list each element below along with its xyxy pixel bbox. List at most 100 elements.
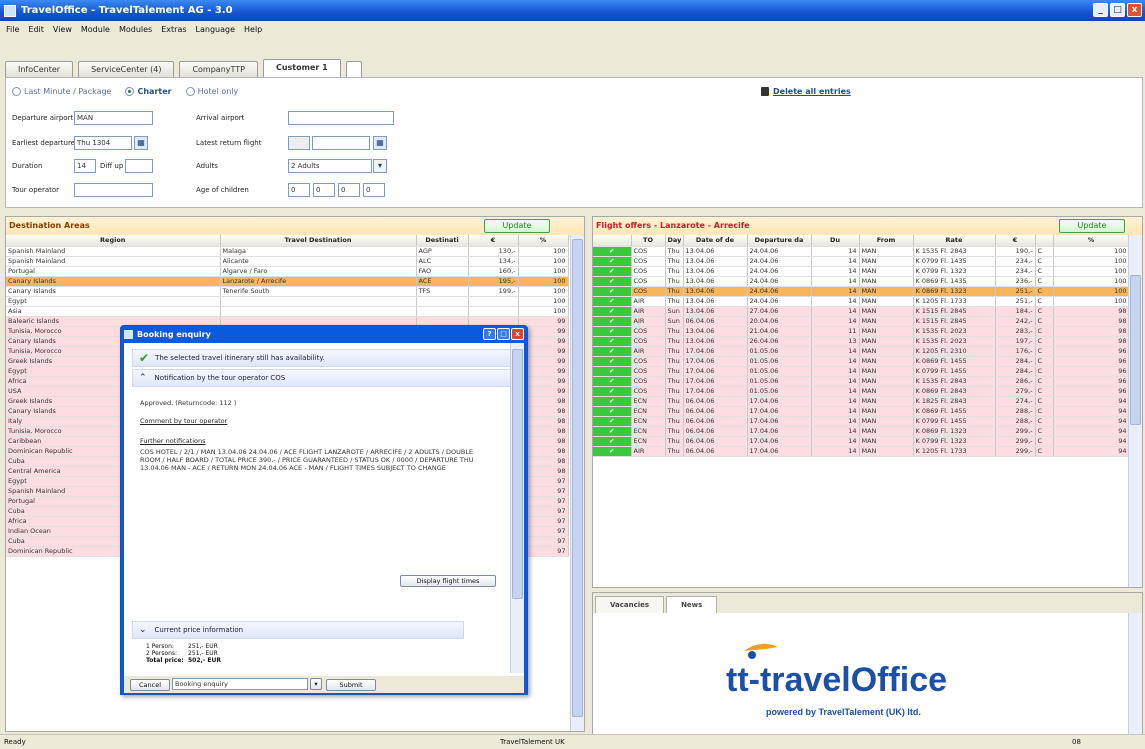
- dialog-maximize-button[interactable]: □: [497, 328, 510, 340]
- table-row[interactable]: ✔ COS Thu 13.04.06 24.04.06 14 MAN K 0869 Fl. 1…: [593, 286, 1130, 297]
- menu-language[interactable]: Language: [196, 25, 235, 34]
- column-header-status[interactable]: [593, 235, 632, 247]
- column-header-class[interactable]: [1035, 235, 1054, 247]
- table-row[interactable]: Asia 100: [6, 306, 569, 317]
- menu-modules[interactable]: Modules: [119, 25, 152, 34]
- column-header-region[interactable]: Region: [6, 235, 221, 247]
- column-header-duration[interactable]: Du: [811, 235, 860, 247]
- table-row[interactable]: ✔ AIR Sun 06.04.06 20.04.06 14 MAN K 1515 Fl. 2…: [593, 316, 1130, 327]
- column-header-tour-operator[interactable]: TO: [631, 235, 666, 247]
- scrollbar-thumb[interactable]: [1130, 275, 1141, 425]
- column-header-destination-code[interactable]: Destinati: [416, 235, 469, 247]
- table-row[interactable]: Spanish Mainland Malaga AGP 130,- 100: [6, 246, 569, 257]
- table-row[interactable]: ✔ COS Thu 13.04.06 24.04.06 14 MAN K 1535 Fl. 2…: [593, 246, 1130, 257]
- operator-notification-row[interactable]: ⌃ Notification by the tour operator COS: [132, 369, 516, 387]
- table-row[interactable]: ✔ ECN Thu 06.04.06 17.04.06 14 MAN K 0869 Fl. 1…: [593, 426, 1130, 437]
- column-header-departure[interactable]: Departure da: [747, 235, 812, 247]
- arrival-airport-field[interactable]: [288, 111, 394, 125]
- table-row[interactable]: ✔ ECN Thu 06.04.06 17.04.06 14 MAN K 0869 Fl. 1…: [593, 406, 1130, 417]
- tab-company[interactable]: CompanyTTP: [179, 61, 258, 77]
- destinations-update-button[interactable]: Update: [484, 219, 550, 233]
- table-row[interactable]: ✔ COS Thu 17.04.06 01.05.06 14 MAN K 0869 Fl. 2…: [593, 386, 1130, 397]
- chevron-down-icon[interactable]: ▾: [373, 159, 387, 173]
- menu-help[interactable]: Help: [244, 25, 262, 34]
- dialog-close-button[interactable]: x: [511, 328, 524, 340]
- scrollbar-thumb[interactable]: [512, 349, 523, 599]
- column-header-from[interactable]: From: [859, 235, 914, 247]
- tab-news[interactable]: News: [666, 596, 718, 613]
- column-header-percent[interactable]: %: [518, 235, 569, 247]
- table-row[interactable]: ✔ ECN Thu 06.04.06 17.04.06 14 MAN K 0799 Fl. 1…: [593, 436, 1130, 447]
- radio-hotel-only[interactable]: Hotel only: [185, 87, 238, 96]
- duration-field[interactable]: 14: [74, 159, 96, 173]
- calendar-icon[interactable]: ▦: [134, 136, 148, 150]
- radio-charter[interactable]: Charter: [125, 87, 172, 96]
- chevron-down-icon[interactable]: ▾: [310, 678, 322, 690]
- table-row[interactable]: Spanish Mainland Alicante ALC 134,- 100: [6, 256, 569, 267]
- calendar-icon[interactable]: ▦: [373, 136, 387, 150]
- submit-button[interactable]: Submit: [326, 679, 376, 691]
- menu-edit[interactable]: Edit: [28, 25, 44, 34]
- duration-until-field[interactable]: [125, 159, 153, 173]
- earliest-departure-field[interactable]: Thu 1304: [74, 136, 132, 150]
- flight-scrollbar[interactable]: [1128, 235, 1142, 587]
- dialog-scrollbar[interactable]: [510, 343, 524, 673]
- delete-all-entries-link[interactable]: Delete all entries: [761, 87, 851, 96]
- flights-update-button[interactable]: Update: [1059, 219, 1125, 233]
- table-row[interactable]: ✔ ECN Thu 06.04.06 17.04.06 14 MAN K 0799 Fl. 1…: [593, 416, 1130, 427]
- tab-vacancies[interactable]: Vacancies: [595, 596, 665, 613]
- column-header-travel-destination[interactable]: Travel Destination: [220, 235, 417, 247]
- close-button[interactable]: x: [1127, 3, 1142, 17]
- menu-file[interactable]: File: [6, 25, 19, 34]
- table-row[interactable]: ✔ ECN Thu 06.04.06 17.04.06 14 MAN K 1825 Fl. 2…: [593, 396, 1130, 407]
- cancel-button[interactable]: Cancel: [130, 679, 170, 691]
- column-header-price[interactable]: €: [468, 235, 519, 247]
- maximize-button[interactable]: □: [1110, 3, 1125, 17]
- latest-return-field[interactable]: [312, 136, 370, 150]
- table-row[interactable]: ✔ COS Thu 13.04.06 21.04.06 11 MAN K 1535 Fl. 2…: [593, 326, 1130, 337]
- scrollbar-thumb[interactable]: [572, 239, 583, 717]
- column-header-percent[interactable]: %: [1053, 235, 1130, 247]
- dialog-help-button[interactable]: ?: [483, 328, 496, 340]
- table-row[interactable]: ✔ COS Thu 13.04.06 24.04.06 14 MAN K 0799 Fl. 1…: [593, 256, 1130, 267]
- display-flight-times-button[interactable]: Display flight times: [400, 575, 496, 587]
- menu-module[interactable]: Module: [81, 25, 110, 34]
- table-row[interactable]: Portugal Algarve / Faro FAO 160,- 100: [6, 266, 569, 277]
- table-row[interactable]: ✔ COS Thu 17.04.06 01.05.06 14 MAN K 0799 Fl. 1…: [593, 366, 1130, 377]
- table-row[interactable]: ✔ COS Thu 13.04.06 26.04.06 13 MAN K 1535 Fl. 2…: [593, 336, 1130, 347]
- latest-return-day-field[interactable]: [288, 136, 310, 150]
- minimize-button[interactable]: _: [1093, 3, 1108, 17]
- column-header-rate[interactable]: Rate: [913, 235, 996, 247]
- child-age-2[interactable]: 0: [313, 183, 335, 197]
- table-row[interactable]: ✔ COS Thu 13.04.06 24.04.06 14 MAN K 0799 Fl. 1…: [593, 266, 1130, 277]
- tab-customer[interactable]: Customer 1: [262, 59, 341, 77]
- table-row[interactable]: ✔ AIR Thu 06.04.06 17.04.06 14 MAN K 1205 Fl. 1…: [593, 446, 1130, 457]
- menu-view[interactable]: View: [53, 25, 72, 34]
- table-row[interactable]: Canary Islands Lanzarote / Arrecife ACE 195…: [6, 276, 569, 287]
- table-row[interactable]: ✔ COS Thu 17.04.06 01.05.06 14 MAN K 0869 Fl. 1…: [593, 356, 1130, 367]
- menu-extras[interactable]: Extras: [161, 25, 186, 34]
- tour-operator-field[interactable]: [74, 183, 153, 197]
- destination-scrollbar[interactable]: [570, 235, 584, 731]
- price-info-row[interactable]: ⌄ Current price information: [132, 621, 464, 639]
- info-scrollbar[interactable]: [1128, 613, 1142, 739]
- column-header-date[interactable]: Date of de: [683, 235, 748, 247]
- child-age-1[interactable]: 0: [288, 183, 310, 197]
- column-header-day[interactable]: Day: [665, 235, 684, 247]
- column-header-price[interactable]: €: [995, 235, 1036, 247]
- tab-infocenter[interactable]: InfoCenter: [5, 61, 74, 77]
- radio-last-minute[interactable]: Last Minute / Package: [12, 87, 111, 96]
- departure-airport-field[interactable]: MAN: [74, 111, 153, 125]
- table-row[interactable]: Egypt 100: [6, 296, 569, 307]
- table-row[interactable]: ✔ COS Thu 13.04.06 24.04.06 14 MAN K 0869 Fl. 1…: [593, 276, 1130, 287]
- new-tab-button[interactable]: [345, 61, 362, 77]
- enquiry-type-select[interactable]: Booking enquiry: [172, 678, 308, 690]
- child-age-4[interactable]: 0: [363, 183, 385, 197]
- tab-servicecenter[interactable]: ServiceCenter (4): [78, 61, 175, 77]
- child-age-3[interactable]: 0: [338, 183, 360, 197]
- table-row[interactable]: ✔ AIR Thu 17.04.06 01.05.06 14 MAN K 1205 Fl. 2…: [593, 346, 1130, 357]
- table-row[interactable]: ✔ COS Thu 17.04.06 01.05.06 14 MAN K 1535 Fl. 2…: [593, 376, 1130, 387]
- table-row[interactable]: Canary Islands Tenerife South TFS 199,- 100: [6, 286, 569, 297]
- adults-select[interactable]: 2 Adults: [288, 159, 372, 173]
- table-row[interactable]: ✔ AIR Sun 13.04.06 27.04.06 14 MAN K 1515 Fl. 2…: [593, 306, 1130, 317]
